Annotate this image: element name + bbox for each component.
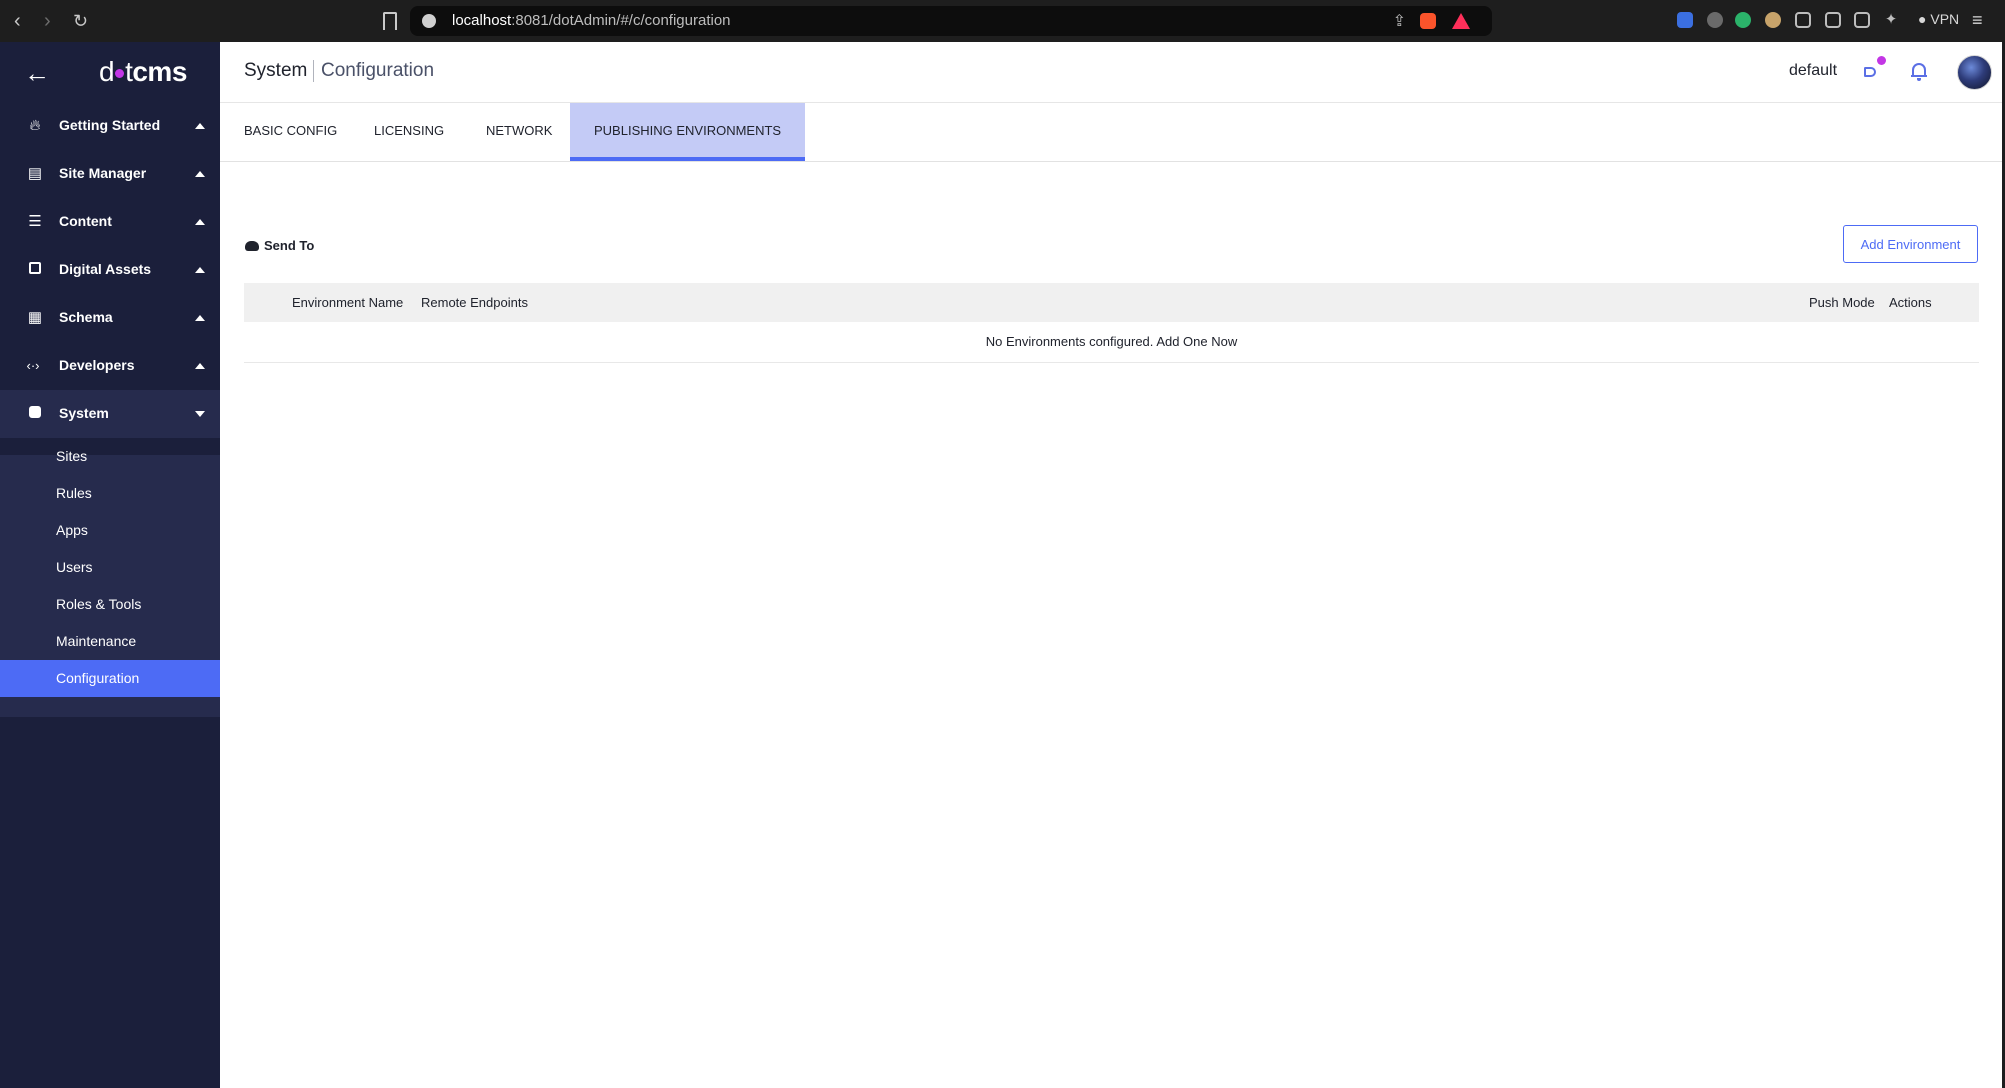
fire-icon: 🔥︎: [29, 117, 41, 134]
extension-icon[interactable]: [1707, 12, 1723, 28]
code-icon: ‹·›: [26, 358, 40, 373]
tab-licensing[interactable]: LICENSING: [350, 103, 468, 161]
submenu-item-apps[interactable]: Apps: [0, 512, 220, 549]
column-push-mode[interactable]: Push Mode: [1809, 295, 1875, 310]
submenu-item-label: Maintenance: [56, 633, 137, 649]
caret-up-icon: [195, 315, 205, 321]
caret-down-icon: [195, 411, 205, 417]
caret-up-icon: [195, 171, 205, 177]
tab-label: PUBLISHING ENVIRONMENTS: [594, 123, 782, 138]
collapse-sidebar-icon[interactable]: ←: [24, 60, 50, 86]
submenu-item-label: Apps: [56, 522, 88, 538]
browser-menu-icon[interactable]: ≡: [1972, 10, 1983, 31]
submenu-item-label: Roles & Tools: [56, 596, 142, 612]
page-header: System Configuration default: [220, 42, 2005, 103]
sidebar-item-label: Content: [59, 213, 112, 229]
submenu-item-sites[interactable]: Sites: [0, 438, 220, 475]
caret-up-icon: [195, 123, 205, 129]
caret-up-icon: [195, 219, 205, 225]
sidebar-item-label: Developers: [59, 357, 135, 373]
submenu-item-label: Configuration: [56, 670, 140, 686]
share-icon[interactable]: ⇪: [1393, 11, 1406, 31]
calendar-icon: ▦: [27, 309, 43, 326]
browser-toolbar: ‹ › ↻ localhost:8081/dotAdmin/#/c/config…: [0, 0, 2005, 42]
add-environment-button[interactable]: Add Environment: [1843, 225, 1978, 263]
extension-icon[interactable]: [1765, 12, 1781, 28]
sidebar-item-schema[interactable]: ▦ Schema: [0, 294, 220, 342]
vpn-button[interactable]: ● VPN: [1918, 11, 1959, 27]
browser-forward-icon[interactable]: ›: [44, 9, 51, 33]
address-bar[interactable]: localhost:8081/dotAdmin/#/c/configuratio…: [410, 6, 1492, 36]
sidebar-item-getting-started[interactable]: 🔥︎ Getting Started: [0, 102, 220, 150]
sidebar-item-label: System: [59, 405, 109, 421]
submenu-item-label: Sites: [56, 448, 88, 464]
table-header: Environment Name Remote Endpoints Push M…: [244, 283, 1979, 322]
brave-shields-icon[interactable]: [1420, 13, 1436, 29]
site-info-icon[interactable]: [422, 14, 436, 28]
section-title-text: Send To: [264, 238, 315, 253]
extension-icon[interactable]: [1677, 12, 1693, 28]
breadcrumb-section: System: [244, 60, 308, 81]
submenu-item-label: Rules: [56, 485, 92, 501]
reload-icon[interactable]: ↻: [73, 9, 88, 33]
browser-back-icon[interactable]: ‹: [14, 9, 21, 33]
submenu-item-users[interactable]: Users: [0, 549, 220, 586]
gear-box-icon: [27, 406, 43, 422]
announcements-icon[interactable]: [1862, 56, 1886, 80]
avatar[interactable]: [1957, 55, 1992, 90]
submenu-item-configuration[interactable]: Configuration: [0, 660, 220, 697]
submenu-item-maintenance[interactable]: Maintenance: [0, 623, 220, 660]
extension-icon[interactable]: [1735, 12, 1751, 28]
submenu-item-rules[interactable]: Rules: [0, 475, 220, 512]
sidebar-item-label: Schema: [59, 309, 113, 325]
submenu-item-label: Users: [56, 559, 93, 575]
column-actions: Actions: [1889, 295, 1932, 310]
extensions-puzzle-icon[interactable]: [1795, 12, 1811, 28]
sidebar-item-label: Getting Started: [59, 117, 161, 133]
folder-icon: [27, 262, 43, 278]
dotcms-logo: d tcms: [99, 56, 187, 87]
sidebar-item-content[interactable]: ☰ Content: [0, 198, 220, 246]
section-title: Send To: [245, 238, 314, 253]
sidebar-toggle-icon[interactable]: [1825, 12, 1841, 28]
caret-up-icon: [195, 363, 205, 369]
tab-label: BASIC CONFIG: [244, 123, 338, 138]
sidebar-item-digital-assets[interactable]: Digital Assets: [0, 246, 220, 294]
config-tabs: BASIC CONFIG LICENSING NETWORK PUBLISHIN…: [220, 103, 2005, 162]
table-row: No Environments configured. Add One Now: [244, 322, 1979, 363]
sidebar: ← d tcms 🔥︎ Getting Started ▤ Site Manage…: [0, 42, 220, 1088]
add-one-now-link[interactable]: Add One Now: [1156, 334, 1237, 349]
tab-basic-config[interactable]: BASIC CONFIG: [220, 103, 361, 161]
dotcms-app: ← d tcms 🔥︎ Getting Started ▤ Site Manage…: [0, 42, 2005, 1088]
sidebar-item-site-manager[interactable]: ▤ Site Manager: [0, 150, 220, 198]
tab-publishing-environments[interactable]: PUBLISHING ENVIRONMENTS: [570, 103, 806, 161]
empty-state: No Environments configured. Add One Now: [244, 334, 1979, 349]
caret-up-icon: [195, 267, 205, 273]
column-environment-name[interactable]: Environment Name: [292, 295, 403, 310]
sidebar-item-system[interactable]: System: [0, 390, 220, 438]
column-remote-endpoints[interactable]: Remote Endpoints: [421, 295, 528, 310]
empty-state-text: No Environments configured.: [985, 334, 1154, 349]
wallet-icon[interactable]: [1854, 12, 1870, 28]
bookmark-icon[interactable]: [383, 12, 397, 30]
list-icon: ☰: [28, 213, 42, 230]
tab-network[interactable]: NETWORK: [462, 103, 576, 161]
brave-rewards-icon[interactable]: [1452, 13, 1470, 29]
sidebar-item-label: Site Manager: [59, 165, 147, 181]
cloud-upload-icon: [245, 241, 259, 251]
site-selector[interactable]: default: [1789, 62, 1837, 80]
tab-label: LICENSING: [374, 123, 445, 138]
tab-label: NETWORK: [486, 123, 553, 138]
url-text[interactable]: localhost:8081/dotAdmin/#/c/configuratio…: [452, 12, 731, 29]
submenu-item-roles-tools[interactable]: Roles & Tools: [0, 586, 220, 623]
server-icon: ▤: [27, 165, 43, 182]
sidebar-item-label: Digital Assets: [59, 261, 152, 277]
sidebar-item-developers[interactable]: ‹·› Developers: [0, 342, 220, 390]
bell-icon[interactable]: [1911, 62, 1927, 81]
breadcrumb-page: Configuration: [321, 60, 435, 81]
breadcrumb-divider: [313, 60, 314, 82]
leo-ai-icon[interactable]: ✦: [1883, 12, 1899, 28]
notification-badge: [1877, 56, 1886, 65]
